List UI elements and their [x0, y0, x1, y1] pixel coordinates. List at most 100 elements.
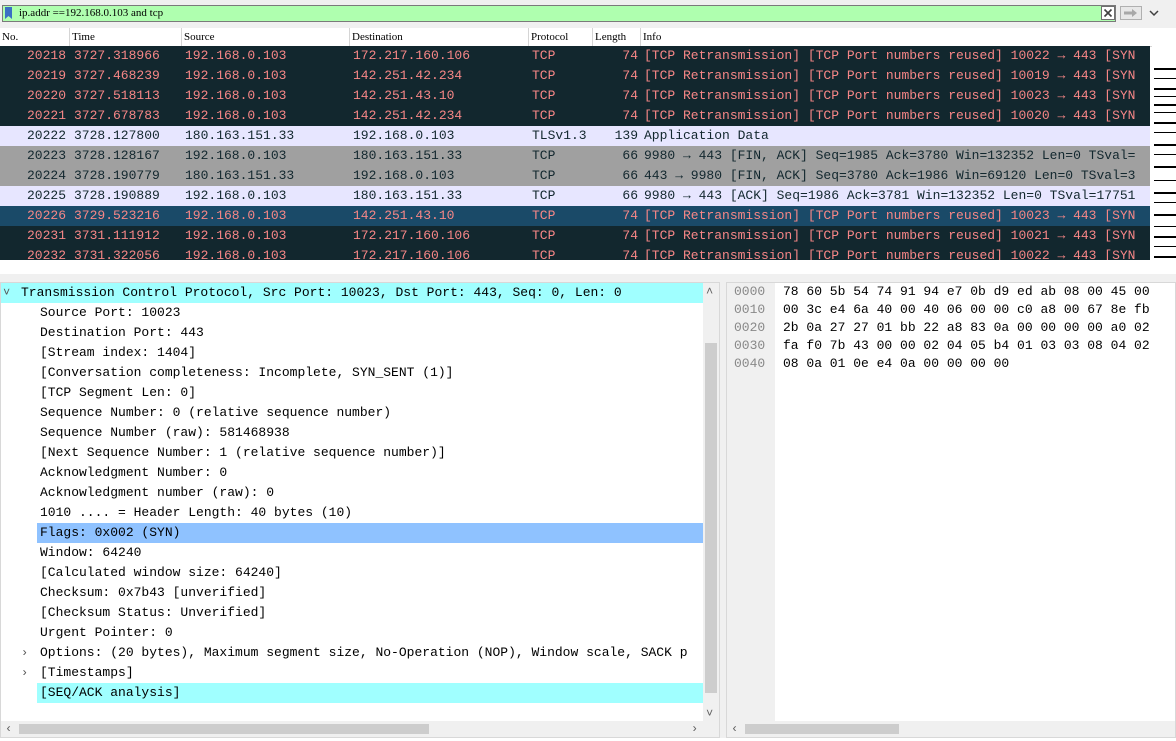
chevron-down-icon[interactable]: [1147, 6, 1161, 20]
scroll-down-icon[interactable]: ˅: [706, 707, 713, 721]
tree-item[interactable]: [Calculated window size: 64240]: [1, 563, 703, 583]
chevron-right-icon[interactable]: ›: [21, 663, 31, 683]
details-horizontal-scrollbar[interactable]: ‹ ›: [1, 721, 719, 737]
apply-arrow-icon[interactable]: [1120, 6, 1142, 20]
bytes-horizontal-scrollbar[interactable]: ‹: [727, 721, 1175, 737]
column-header-protocol[interactable]: Protocol: [529, 28, 593, 46]
packet-source: 180.163.151.33: [185, 128, 295, 143]
tree-item[interactable]: Source Port: 10023: [1, 303, 703, 323]
packet-destination: 180.163.151.33: [353, 188, 463, 203]
tree-item[interactable]: [Next Sequence Number: 1 (relative seque…: [1, 443, 703, 463]
packet-destination: 180.163.151.33: [353, 148, 463, 163]
packet-protocol: TCP: [532, 168, 556, 183]
details-hscroll-thumb[interactable]: [19, 724, 429, 734]
hex-bytes[interactable]: 08 0a 01 0e e4 0a 00 00 00 00: [783, 355, 1009, 373]
packet-info: [TCP Retransmission] [TCP Port numbers r…: [644, 108, 1136, 123]
packet-length: 74: [622, 108, 638, 123]
hex-bytes[interactable]: 2b 0a 27 27 01 bb 22 a8 83 0a 00 00 00 0…: [783, 319, 1150, 337]
display-filter-toolbar: [0, 0, 1176, 28]
column-header-length[interactable]: Length: [593, 28, 641, 46]
scroll-up-icon[interactable]: ˄: [706, 285, 713, 299]
tree-item[interactable]: [Conversation completeness: Incomplete, …: [1, 363, 703, 383]
tree-item[interactable]: [TCP Segment Len: 0]: [1, 383, 703, 403]
tree-item[interactable]: Urgent Pointer: 0: [1, 623, 703, 643]
tree-item[interactable]: ›[SEQ/ACK analysis]: [37, 683, 703, 703]
packet-length: 74: [622, 88, 638, 103]
display-filter-input[interactable]: [19, 6, 1089, 21]
hex-bytes[interactable]: fa f0 7b 43 00 00 02 04 05 b4 01 03 03 0…: [783, 337, 1150, 355]
packet-row[interactable]: 20220 3727.518113 192.168.0.103 142.251.43.…: [0, 86, 1150, 106]
column-header-destination[interactable]: Destination: [350, 28, 529, 46]
tree-item[interactable]: ›Flags: 0x002 (SYN): [37, 523, 703, 543]
packet-row[interactable]: 20218 3727.318966 192.168.0.103 172.217.160…: [0, 46, 1150, 66]
tree-item[interactable]: Acknowledgment Number: 0: [1, 463, 703, 483]
scroll-left-icon[interactable]: ‹: [5, 722, 12, 736]
clear-icon[interactable]: [1101, 6, 1115, 20]
packet-destination: 142.251.43.10: [353, 208, 455, 223]
tree-item[interactable]: Window: 64240: [1, 543, 703, 563]
packet-row[interactable]: 20225 3728.190889 192.168.0.103 180.163.151…: [0, 186, 1150, 206]
chevron-down-icon[interactable]: ˅: [3, 283, 13, 303]
packet-protocol: TCP: [532, 148, 556, 163]
column-header-time[interactable]: Time: [70, 28, 182, 46]
packet-info: [TCP Retransmission] [TCP Port numbers r…: [644, 88, 1136, 103]
tree-item[interactable]: Sequence Number (raw): 581468938: [1, 423, 703, 443]
column-header-source[interactable]: Source: [182, 28, 350, 46]
packet-row-selected[interactable]: 20226 3729.523216 192.168.0.103 142.251.43.…: [0, 206, 1150, 226]
chevron-right-icon[interactable]: ›: [21, 643, 31, 663]
packet-number: 20218: [26, 48, 66, 63]
tree-item[interactable]: [Checksum Status: Unverified]: [1, 603, 703, 623]
packet-row[interactable]: 20222 3728.127800 180.163.151.33 192.168.0.…: [0, 126, 1150, 146]
pane-splitter[interactable]: [0, 274, 1176, 282]
packet-details-tree: ˅ Transmission Control Protocol, Src Port…: [0, 282, 720, 738]
tree-item[interactable]: Sequence Number: 0 (relative sequence nu…: [1, 403, 703, 423]
bookmark-icon[interactable]: [4, 7, 13, 20]
packet-time: 3728.190889: [74, 188, 160, 203]
packet-row[interactable]: 20231 3731.111912 192.168.0.103 172.217.160…: [0, 226, 1150, 246]
display-filter-field[interactable]: [2, 5, 1116, 22]
packet-length: 74: [622, 248, 638, 260]
packet-row[interactable]: 20224 3728.190779 180.163.151.33 192.168.0.…: [0, 166, 1150, 186]
packet-destination: 142.251.43.10: [353, 88, 455, 103]
tree-item[interactable]: Destination Port: 443: [1, 323, 703, 343]
scroll-left-icon[interactable]: ‹: [731, 722, 738, 736]
tree-item[interactable]: Checksum: 0x7b43 [unverified]: [1, 583, 703, 603]
packet-source: 192.168.0.103: [185, 188, 287, 203]
tree-item[interactable]: 1010 .... = Header Length: 40 bytes (10): [1, 503, 703, 523]
tree-item-label: [Calculated window size: 64240]: [40, 565, 282, 580]
packet-number: 20225: [26, 188, 66, 203]
packet-time: 3728.128167: [74, 148, 160, 163]
hex-offset: 0040: [734, 356, 766, 371]
packet-protocol: TCP: [532, 48, 556, 63]
tree-item-label: [Timestamps]: [40, 665, 134, 680]
packet-list-scrollbar[interactable]: [1152, 46, 1176, 260]
tree-item[interactable]: › [Timestamps]: [1, 663, 703, 683]
tree-item[interactable]: Acknowledgment number (raw): 0: [1, 483, 703, 503]
hex-offset: 0010: [734, 302, 766, 317]
details-scroll-thumb[interactable]: [705, 343, 717, 693]
packet-protocol: TLSv1.3: [532, 128, 587, 143]
tree-item-label: [Stream index: 1404]: [40, 345, 197, 360]
packet-row[interactable]: 20232 3731.322056 192.168.0.103 172.217.160…: [0, 246, 1150, 260]
packet-length: 74: [622, 48, 638, 63]
packet-row[interactable]: 20223 3728.128167 192.168.0.103 180.163.151…: [0, 146, 1150, 166]
packet-info: [TCP Retransmission] [TCP Port numbers r…: [644, 208, 1136, 223]
packet-row[interactable]: 20221 3727.678783 192.168.0.103 142.251.42.…: [0, 106, 1150, 126]
tcp-header-node[interactable]: ˅ Transmission Control Protocol, Src Port…: [1, 283, 703, 303]
tree-item[interactable]: › Options: (20 bytes), Maximum segment si…: [1, 643, 703, 663]
packet-length: 74: [622, 208, 638, 223]
scroll-right-icon[interactable]: ›: [691, 722, 698, 736]
column-header-no[interactable]: No.: [0, 28, 70, 46]
tree-item-label: Checksum: 0x7b43 [unverified]: [40, 585, 267, 600]
packet-protocol: TCP: [532, 88, 556, 103]
packet-row[interactable]: 20219 3727.468239 192.168.0.103 142.251.42.…: [0, 66, 1150, 86]
tree-item[interactable]: [Stream index: 1404]: [1, 343, 703, 363]
bytes-hscroll-thumb[interactable]: [745, 724, 899, 734]
details-vertical-scrollbar[interactable]: ˄ ˅: [703, 283, 719, 723]
packet-protocol: TCP: [532, 108, 556, 123]
column-header-info[interactable]: Info: [641, 28, 1152, 46]
hex-bytes[interactable]: 00 3c e4 6a 40 00 40 06 00 00 c0 a8 00 6…: [783, 301, 1150, 319]
tree-item-label: Acknowledgment number (raw): 0: [40, 485, 275, 500]
hex-bytes[interactable]: 78 60 5b 54 74 91 94 e7 0b d9 ed ab 08 0…: [783, 283, 1150, 301]
packet-info: 9980 → 443 [ACK] Seq=1986 Ack=3781 Win=1…: [644, 188, 1136, 203]
